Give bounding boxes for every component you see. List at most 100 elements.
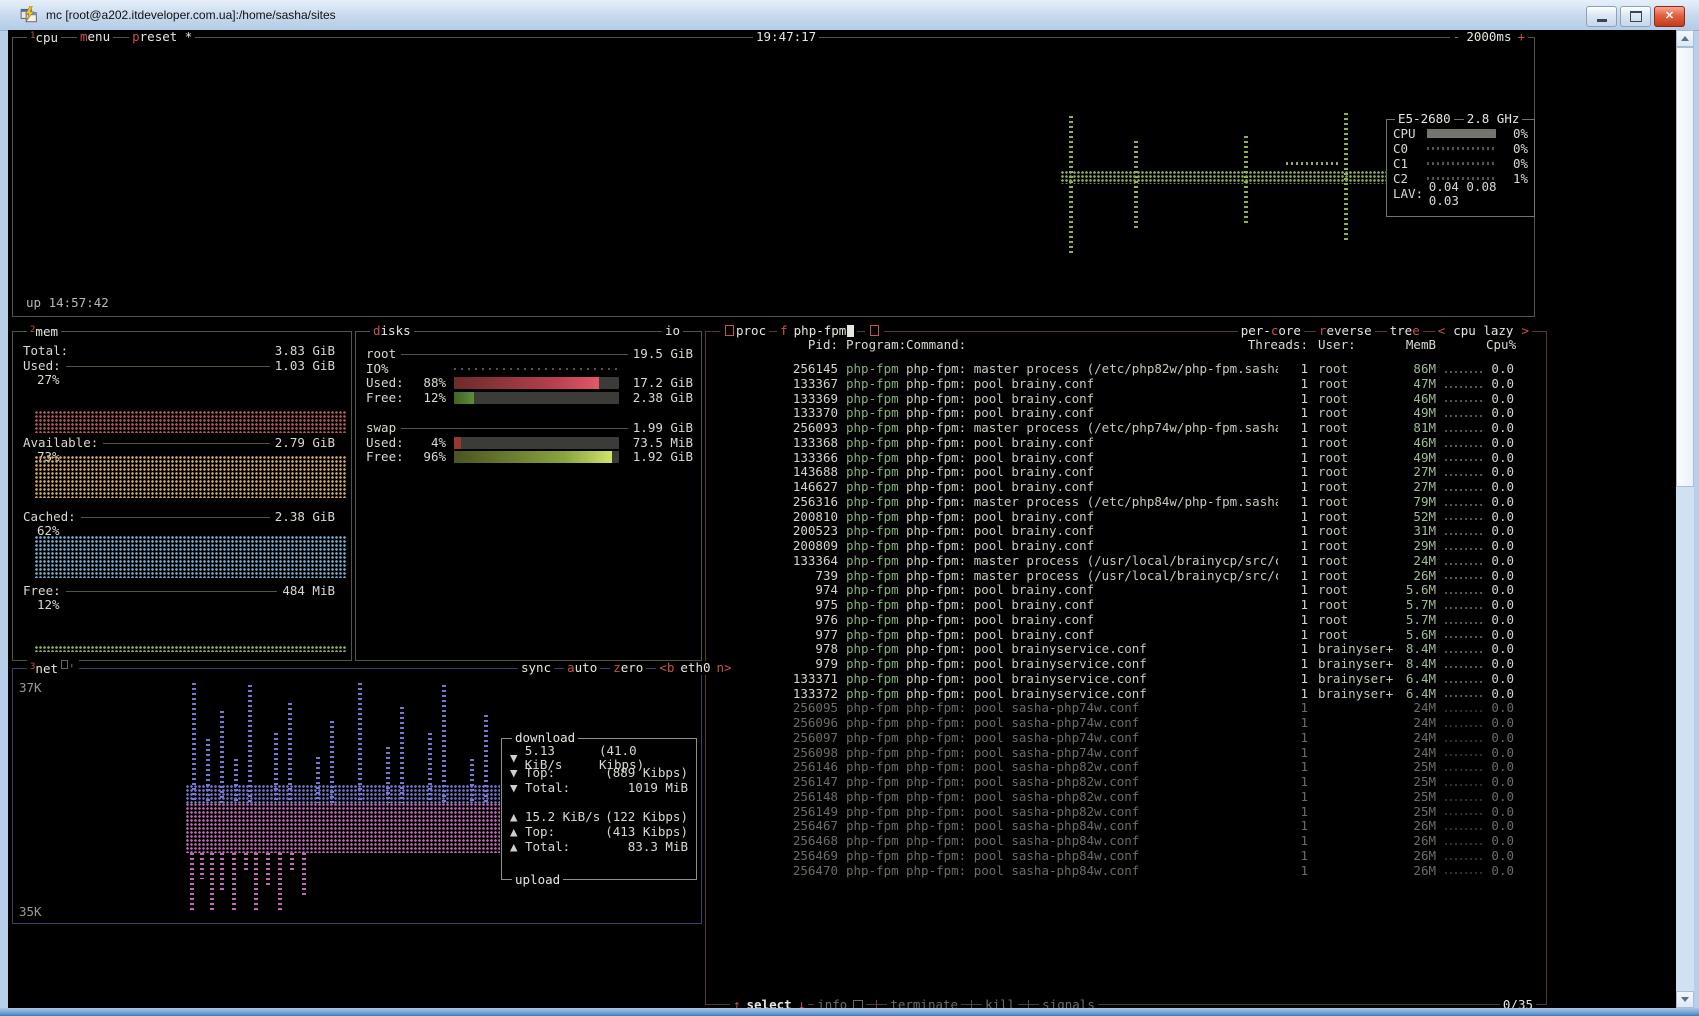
process-row[interactable]: 200523 php-fpm php-fpm: pool brainy.conf… bbox=[710, 524, 1514, 539]
process-row[interactable]: 143688 php-fpm php-fpm: pool brainy.conf… bbox=[710, 465, 1514, 480]
process-row[interactable]: 133370 php-fpm php-fpm: pool brainy.conf… bbox=[710, 406, 1514, 421]
process-row[interactable]: 256316 php-fpm php-fpm: master process (… bbox=[710, 495, 1514, 510]
process-cpu-percent: 0.0 bbox=[1486, 598, 1514, 613]
upload-stat-label: Top: bbox=[525, 825, 555, 839]
scrollbar-thumb[interactable] bbox=[1676, 47, 1694, 487]
per-core-toggle[interactable]: per-core bbox=[1238, 324, 1304, 338]
kill-button[interactable]: kill bbox=[982, 998, 1018, 1008]
net-auto-button[interactable]: auto bbox=[564, 661, 600, 675]
process-row[interactable]: 256470 php-fpm php-fpm: pool sasha-php84… bbox=[710, 864, 1514, 879]
process-row[interactable]: 256149 php-fpm php-fpm: pool sasha-php82… bbox=[710, 805, 1514, 820]
tree-toggle[interactable]: tree bbox=[1387, 324, 1423, 338]
process-row[interactable]: 200810 php-fpm php-fpm: pool brainy.conf… bbox=[710, 510, 1514, 525]
header-pid[interactable]: Pid: bbox=[710, 338, 838, 352]
proc-box-title[interactable]: proc bbox=[720, 324, 769, 338]
process-threads: 1 bbox=[1278, 392, 1308, 407]
header-threads[interactable]: Threads: bbox=[1228, 338, 1308, 352]
process-row[interactable]: 200809 php-fpm php-fpm: pool brainy.conf… bbox=[710, 539, 1514, 554]
process-row[interactable]: 256145 php-fpm php-fpm: master process (… bbox=[710, 362, 1514, 377]
net-zero-button[interactable]: zero bbox=[610, 661, 646, 675]
process-memory: 24M bbox=[1404, 701, 1436, 716]
maximize-button[interactable] bbox=[1620, 6, 1651, 27]
cpu-total-label: CPU bbox=[1393, 127, 1427, 141]
process-threads: 1 bbox=[1278, 775, 1308, 790]
interval-increase-button[interactable]: + bbox=[1514, 30, 1528, 44]
sort-next-button[interactable]: > bbox=[1521, 323, 1529, 338]
process-row[interactable]: 256097 php-fpm php-fpm: pool sasha-php74… bbox=[710, 731, 1514, 746]
process-cpu-graph bbox=[1442, 392, 1486, 407]
process-row[interactable]: 133364 php-fpm php-fpm: master process (… bbox=[710, 554, 1514, 569]
net-box-title[interactable]: 3net' bbox=[27, 660, 79, 676]
process-row[interactable]: 975 php-fpm php-fpm: pool brainy.conf 1 … bbox=[710, 598, 1514, 613]
disks-box-title[interactable]: disks bbox=[370, 324, 414, 338]
process-row[interactable]: 133368 php-fpm php-fpm: pool brainy.conf… bbox=[710, 436, 1514, 451]
process-row[interactable]: 133372 php-fpm php-fpm: pool brainyservi… bbox=[710, 687, 1514, 702]
net-interface-switcher[interactable]: <beth0n> bbox=[656, 661, 734, 675]
interval-decrease-button[interactable]: - bbox=[1450, 30, 1464, 44]
menu-button[interactable]: menu bbox=[77, 30, 113, 44]
preset-button[interactable]: preset * bbox=[129, 30, 195, 44]
header-user[interactable]: User: bbox=[1318, 338, 1356, 352]
process-row[interactable]: 256469 php-fpm php-fpm: pool sasha-php84… bbox=[710, 849, 1514, 864]
process-table-header: Pid: Program: Command: Threads: User: Me… bbox=[710, 338, 1514, 353]
process-row[interactable]: 256146 php-fpm php-fpm: pool sasha-php82… bbox=[710, 760, 1514, 775]
process-row[interactable]: 974 php-fpm php-fpm: pool brainy.conf 1 … bbox=[710, 583, 1514, 598]
process-pid: 975 bbox=[710, 598, 838, 613]
process-row[interactable]: 256148 php-fpm php-fpm: pool sasha-php82… bbox=[710, 790, 1514, 805]
graph-spike bbox=[470, 759, 474, 803]
process-row[interactable]: 133367 php-fpm php-fpm: pool brainy.conf… bbox=[710, 377, 1514, 392]
info-button[interactable]: info bbox=[814, 998, 866, 1008]
process-cpu-graph bbox=[1442, 775, 1486, 790]
process-row[interactable]: 979 php-fpm php-fpm: pool brainyservice.… bbox=[710, 657, 1514, 672]
process-row[interactable]: 256467 php-fpm php-fpm: pool sasha-php84… bbox=[710, 819, 1514, 834]
header-memory[interactable]: MemB bbox=[1404, 338, 1436, 352]
process-cpu-percent: 0.0 bbox=[1486, 539, 1514, 554]
process-row[interactable]: 146627 php-fpm php-fpm: pool brainy.conf… bbox=[710, 480, 1514, 495]
reverse-toggle[interactable]: reverse bbox=[1316, 324, 1375, 338]
process-row[interactable]: 256147 php-fpm php-fpm: pool sasha-php82… bbox=[710, 775, 1514, 790]
iface-next-button[interactable]: n> bbox=[717, 660, 732, 675]
process-row[interactable]: 256096 php-fpm php-fpm: pool sasha-php74… bbox=[710, 716, 1514, 731]
process-row[interactable]: 256095 php-fpm php-fpm: pool sasha-php74… bbox=[710, 701, 1514, 716]
process-row[interactable]: 133366 php-fpm php-fpm: pool brainy.conf… bbox=[710, 451, 1514, 466]
upload-stat-label: Total: bbox=[525, 840, 570, 854]
process-memory: 5.7M bbox=[1404, 613, 1436, 628]
disk-root-used-meter bbox=[454, 377, 619, 389]
close-button[interactable]: ✕ bbox=[1654, 6, 1685, 27]
iface-prev-button[interactable]: <b bbox=[659, 660, 674, 675]
header-cpu[interactable]: Cpu% bbox=[1486, 338, 1514, 352]
graph-spike bbox=[254, 853, 258, 911]
scroll-down-button[interactable] bbox=[1676, 991, 1694, 1008]
process-row[interactable]: 133369 php-fpm php-fpm: pool brainy.conf… bbox=[710, 392, 1514, 407]
window-scrollbar[interactable] bbox=[1676, 30, 1694, 1008]
disk-swap-used-label: Used: bbox=[366, 436, 412, 450]
scroll-up-button[interactable] bbox=[1676, 30, 1694, 47]
process-command: php-fpm: pool brainyservice.conf bbox=[906, 642, 1278, 657]
header-program[interactable]: Program: bbox=[846, 338, 906, 352]
process-cpu-percent: 0.0 bbox=[1486, 628, 1514, 643]
proc-filter-input[interactable]: fphp-fpm bbox=[777, 324, 857, 338]
cpu-box-title[interactable]: 1cpu bbox=[27, 30, 61, 45]
window-titlebar[interactable]: mc [root@a202.itdeveloper.com.ua]:/home/… bbox=[0, 0, 1699, 31]
process-threads: 1 bbox=[1278, 451, 1308, 466]
io-toggle-button[interactable]: io bbox=[662, 324, 683, 338]
terminate-button[interactable]: terminate bbox=[887, 998, 961, 1008]
minimize-button[interactable] bbox=[1586, 6, 1617, 27]
process-program: php-fpm bbox=[846, 672, 906, 687]
process-row[interactable]: 977 php-fpm php-fpm: pool brainy.conf 1 … bbox=[710, 628, 1514, 643]
signals-button[interactable]: signals bbox=[1039, 998, 1098, 1008]
process-row[interactable]: 133371 php-fpm php-fpm: pool brainyservi… bbox=[710, 672, 1514, 687]
process-row[interactable]: 256468 php-fpm php-fpm: pool sasha-php84… bbox=[710, 834, 1514, 849]
sort-column-switcher[interactable]: <cpu lazy> bbox=[1435, 324, 1532, 338]
net-sync-button[interactable]: sync bbox=[518, 661, 554, 675]
process-row[interactable]: 739 php-fpm php-fpm: master process (/us… bbox=[710, 569, 1514, 584]
header-command[interactable]: Command: bbox=[906, 338, 966, 352]
process-row[interactable]: 256098 php-fpm php-fpm: pool sasha-php74… bbox=[710, 746, 1514, 761]
process-row[interactable]: 976 php-fpm php-fpm: pool brainy.conf 1 … bbox=[710, 613, 1514, 628]
mem-box-title[interactable]: 2mem bbox=[27, 323, 61, 339]
process-program: php-fpm bbox=[846, 864, 906, 879]
process-row[interactable]: 978 php-fpm php-fpm: pool brainyservice.… bbox=[710, 642, 1514, 657]
process-program: php-fpm bbox=[846, 392, 906, 407]
process-row[interactable]: 256093 php-fpm php-fpm: master process (… bbox=[710, 421, 1514, 436]
select-control[interactable]: ↑select↓ bbox=[730, 998, 808, 1008]
